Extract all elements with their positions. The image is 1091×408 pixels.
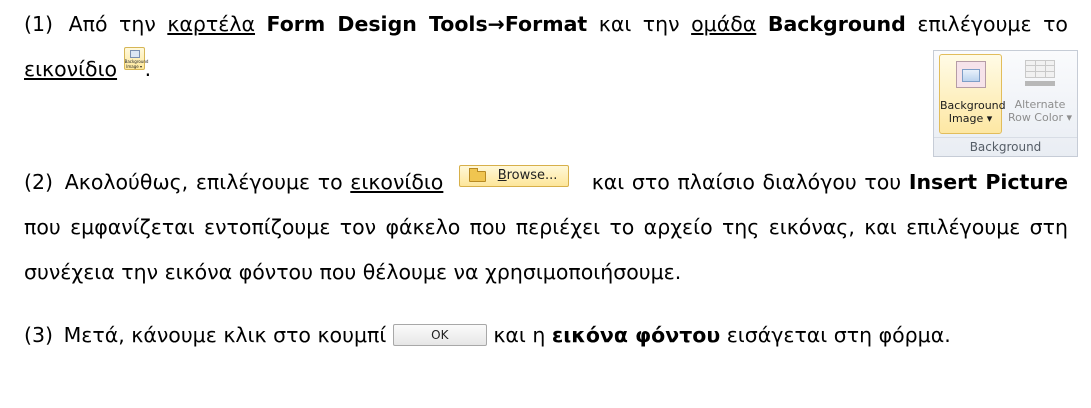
background-image-icon: Background Image ▾ bbox=[123, 47, 149, 70]
text: εισάγεται στη φόρμα. bbox=[720, 323, 951, 347]
group-name: Background bbox=[767, 12, 906, 36]
step-number: (1) bbox=[24, 12, 54, 36]
icon-word: εικονίδιο bbox=[350, 170, 444, 194]
dialog-name: Insert Picture bbox=[908, 170, 1068, 194]
background-ribbon-group: Background Image ▾ Alternate Row Color ▾… bbox=[933, 50, 1078, 157]
step-number: (3) bbox=[24, 323, 54, 347]
text bbox=[756, 12, 768, 36]
group-word: ομάδα bbox=[691, 12, 757, 36]
icon-word: εικονίδιο bbox=[24, 57, 118, 81]
browse-label: Browse... bbox=[497, 168, 558, 183]
mini-icon-label: Background Image ▾ bbox=[124, 59, 149, 69]
alternate-row-color-label: Alternate bbox=[1014, 98, 1066, 111]
text: και η bbox=[486, 323, 552, 347]
alternate-row-color-icon bbox=[1025, 60, 1055, 78]
text: Από την bbox=[68, 12, 168, 36]
folder-icon bbox=[468, 168, 486, 182]
text: επιλέγουμε το bbox=[905, 12, 1068, 36]
picture-icon bbox=[129, 50, 140, 58]
tab-word: καρτέλα bbox=[167, 12, 256, 36]
text: που εμφανίζεται εντοπίζουμε τον φάκελο π… bbox=[24, 215, 1068, 284]
alternate-row-color-label-2: Row Color ▾ bbox=[1007, 111, 1073, 124]
tab-name: Form Design Tools bbox=[266, 12, 488, 36]
text: και στο πλαίσιο διαλόγου του bbox=[584, 170, 909, 194]
step-3-paragraph: (3) Μετά, κάνουμε κλικ στο κουμπί OK και… bbox=[24, 313, 1068, 358]
bold-phrase: εικόνα φόντου bbox=[551, 323, 721, 347]
text: και την bbox=[587, 12, 692, 36]
step-2-paragraph: (2) Ακολούθως, επιλέγουμε το εικονίδιο B… bbox=[24, 160, 1068, 295]
step-1-paragraph: (1) Από την καρτέλα Form Design Tools→Fo… bbox=[24, 2, 1068, 92]
background-image-label-2: Image ▾ bbox=[948, 112, 993, 125]
step-number: (2) bbox=[24, 170, 54, 194]
background-image-button[interactable]: Background Image ▾ bbox=[939, 54, 1006, 134]
text: Μετά, κάνουμε κλικ στο κουμπί bbox=[63, 323, 393, 347]
group-label: Background bbox=[934, 137, 1077, 157]
text: Ακολούθως, επιλέγουμε το bbox=[64, 170, 351, 194]
color-bar bbox=[1025, 81, 1055, 86]
background-image-label: Background bbox=[940, 99, 1006, 112]
background-image-icon bbox=[956, 61, 986, 88]
alternate-row-color-button: Alternate Row Color ▾ bbox=[1006, 54, 1074, 134]
text bbox=[255, 12, 267, 36]
ok-button[interactable]: OK bbox=[392, 324, 487, 346]
format-tab-name: Format bbox=[504, 12, 588, 36]
browse-button[interactable]: Browse... bbox=[458, 165, 569, 187]
arrow-icon: → bbox=[487, 12, 505, 36]
